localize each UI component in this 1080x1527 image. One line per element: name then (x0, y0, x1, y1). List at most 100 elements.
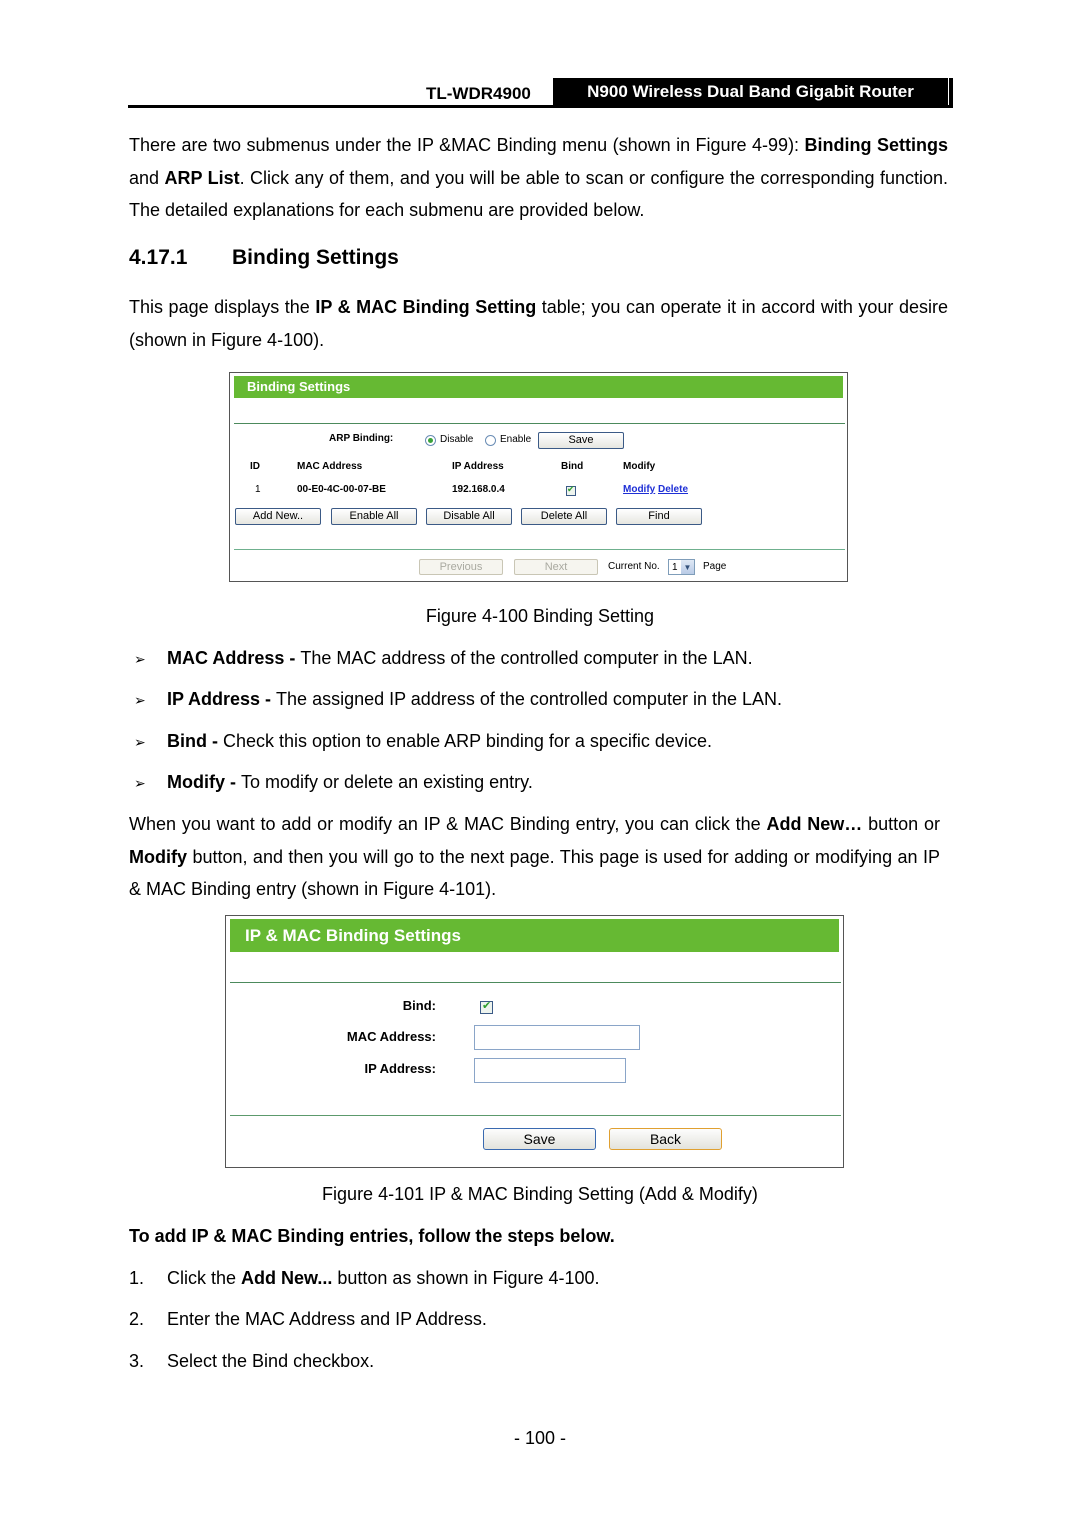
row-id: 1 (255, 484, 261, 495)
description-paragraph: This page displays the IP & MAC Binding … (129, 291, 948, 356)
enable-all-button[interactable]: Enable All (331, 508, 417, 525)
text: button, and then you will go to the next… (129, 846, 940, 900)
current-no-label: Current No. (608, 561, 660, 572)
next-button[interactable]: Next (514, 559, 598, 575)
arrow-bullet-icon: ➢ (134, 734, 146, 750)
row-actions: Modify Delete (623, 484, 688, 495)
column-header-bind: Bind (561, 461, 584, 472)
arrow-bullet-icon: ➢ (134, 651, 146, 667)
column-header-id: ID (250, 461, 260, 472)
bullet-item: ➢ Bind - Check this option to enable ARP … (134, 731, 712, 752)
add-modify-paragraph: When you want to add or modify an IP & M… (129, 808, 940, 906)
header-box-edge (948, 78, 953, 106)
figure-header: Binding Settings (234, 376, 843, 398)
bind-label: Bind: (402, 998, 436, 1013)
ip-address-input[interactable] (474, 1058, 626, 1083)
bullet-term: Bind - (167, 731, 223, 751)
previous-button[interactable]: Previous (419, 559, 503, 575)
chevron-down-icon: ▼ (681, 560, 694, 574)
bold-text: Binding Settings (804, 135, 948, 155)
bullet-text: Check this option to enable ARP binding … (223, 731, 712, 751)
steps-heading: To add IP & MAC Binding entries, follow … (129, 1226, 615, 1246)
row-bind-checkbox[interactable] (566, 484, 576, 496)
ip-address-label: IP Address: (364, 1061, 436, 1076)
bullet-item: ➢ Modify - To modify or delete an existin… (134, 772, 533, 793)
step-number: 3. (129, 1351, 145, 1371)
text: When you want to add or modify an IP & M… (129, 814, 767, 834)
bullet-term: IP Address - (167, 689, 277, 709)
current-page-select[interactable]: 1 ▼ (668, 559, 695, 575)
row-ip: 192.168.0.4 (452, 484, 505, 495)
add-new-button[interactable]: Add New.. (235, 508, 321, 525)
step-text: button as shown in Figure 4-100. (332, 1268, 600, 1288)
step-number: 2. (129, 1309, 145, 1329)
divider (230, 1115, 841, 1116)
figure-caption-2: Figure 4-101 IP & MAC Binding Setting (A… (322, 1184, 758, 1204)
delete-link[interactable]: Delete (658, 484, 688, 495)
divider (230, 982, 841, 983)
bullet-item: ➢ MAC Address - The MAC address of the co… (134, 648, 753, 669)
header-model: TL-WDR4900 (426, 84, 531, 103)
divider (234, 549, 845, 550)
bold-text: Modify (129, 846, 187, 867)
step-text: Select the Bind checkbox. (167, 1351, 375, 1371)
back-button[interactable]: Back (609, 1128, 722, 1150)
mac-address-label: MAC Address: (346, 1029, 436, 1044)
arp-enable-label: Enable (500, 434, 532, 445)
arp-enable-radio[interactable] (485, 435, 496, 446)
text: There are two submenus under the IP &MAC… (129, 135, 805, 155)
save-button[interactable]: Save (483, 1128, 596, 1150)
bold-text: Add New... (241, 1268, 333, 1288)
figure-binding-settings: Binding Settings ARP Binding: Disable En… (229, 372, 848, 582)
intro-paragraph: There are two submenus under the IP &MAC… (129, 129, 948, 227)
figure-ip-mac-binding-settings: IP & MAC Binding Settings Bind: MAC Addr… (225, 915, 844, 1168)
row-mac: 00-E0-4C-00-07-BE (297, 484, 386, 495)
page-label: Page (703, 561, 727, 572)
text: This page displays the (129, 297, 316, 317)
text: button or (862, 814, 940, 834)
arp-disable-label: Disable (440, 434, 474, 445)
bullet-text: To modify or delete an existing entry. (241, 772, 533, 792)
step-item: 3. Select the Bind checkbox. (129, 1351, 374, 1372)
arp-binding-label: ARP Binding: (329, 433, 394, 444)
current-page-value: 1 (672, 562, 678, 573)
header-product: N900 Wireless Dual Band Gigabit Router (553, 78, 948, 106)
divider (234, 423, 845, 424)
step-item: 1. Click the Add New... button as shown i… (129, 1268, 600, 1289)
arrow-bullet-icon: ➢ (134, 692, 146, 708)
page-number: - 100 - (513, 1428, 567, 1448)
step-text: Enter the MAC Address and IP Address. (167, 1309, 487, 1329)
bullet-term: Modify - (167, 772, 241, 792)
arp-disable-radio[interactable] (425, 435, 436, 446)
disable-all-button[interactable]: Disable All (426, 508, 512, 525)
modify-link[interactable]: Modify (623, 484, 655, 495)
text: and (129, 167, 165, 188)
section-heading: 4.17.1 Binding Settings (129, 246, 399, 270)
bullet-text: The MAC address of the controlled comput… (300, 648, 753, 668)
bullet-text: The assigned IP address of the controlle… (276, 689, 783, 709)
bullet-item: ➢ IP Address - The assigned IP address of… (134, 689, 782, 710)
header-rule (128, 105, 953, 108)
column-header-mac: MAC Address (297, 461, 363, 472)
figure-caption-1: Figure 4-100 Binding Setting (425, 606, 655, 626)
figure-header: IP & MAC Binding Settings (230, 919, 839, 952)
arp-save-button[interactable]: Save (538, 432, 624, 449)
header-product-label: N900 Wireless Dual Band Gigabit Router (587, 82, 914, 101)
bold-text: Add New… (766, 814, 863, 834)
step-text: Click the (167, 1268, 242, 1288)
text: . Click any of them, and you will be abl… (129, 167, 948, 221)
find-button[interactable]: Find (616, 508, 702, 525)
section-title: Binding Settings (232, 246, 399, 269)
bullet-term: MAC Address - (167, 648, 301, 668)
bold-text: ARP List (164, 167, 240, 188)
step-number: 1. (129, 1268, 145, 1288)
delete-all-button[interactable]: Delete All (521, 508, 607, 525)
column-header-modify: Modify (623, 461, 656, 472)
bold-text: IP & MAC Binding Setting (315, 297, 537, 317)
arrow-bullet-icon: ➢ (134, 775, 146, 791)
mac-address-input[interactable] (474, 1025, 640, 1050)
step-item: 2. Enter the MAC Address and IP Address. (129, 1309, 487, 1330)
column-header-ip: IP Address (452, 461, 504, 472)
bind-checkbox[interactable] (480, 999, 493, 1014)
section-number: 4.17.1 (129, 246, 188, 269)
